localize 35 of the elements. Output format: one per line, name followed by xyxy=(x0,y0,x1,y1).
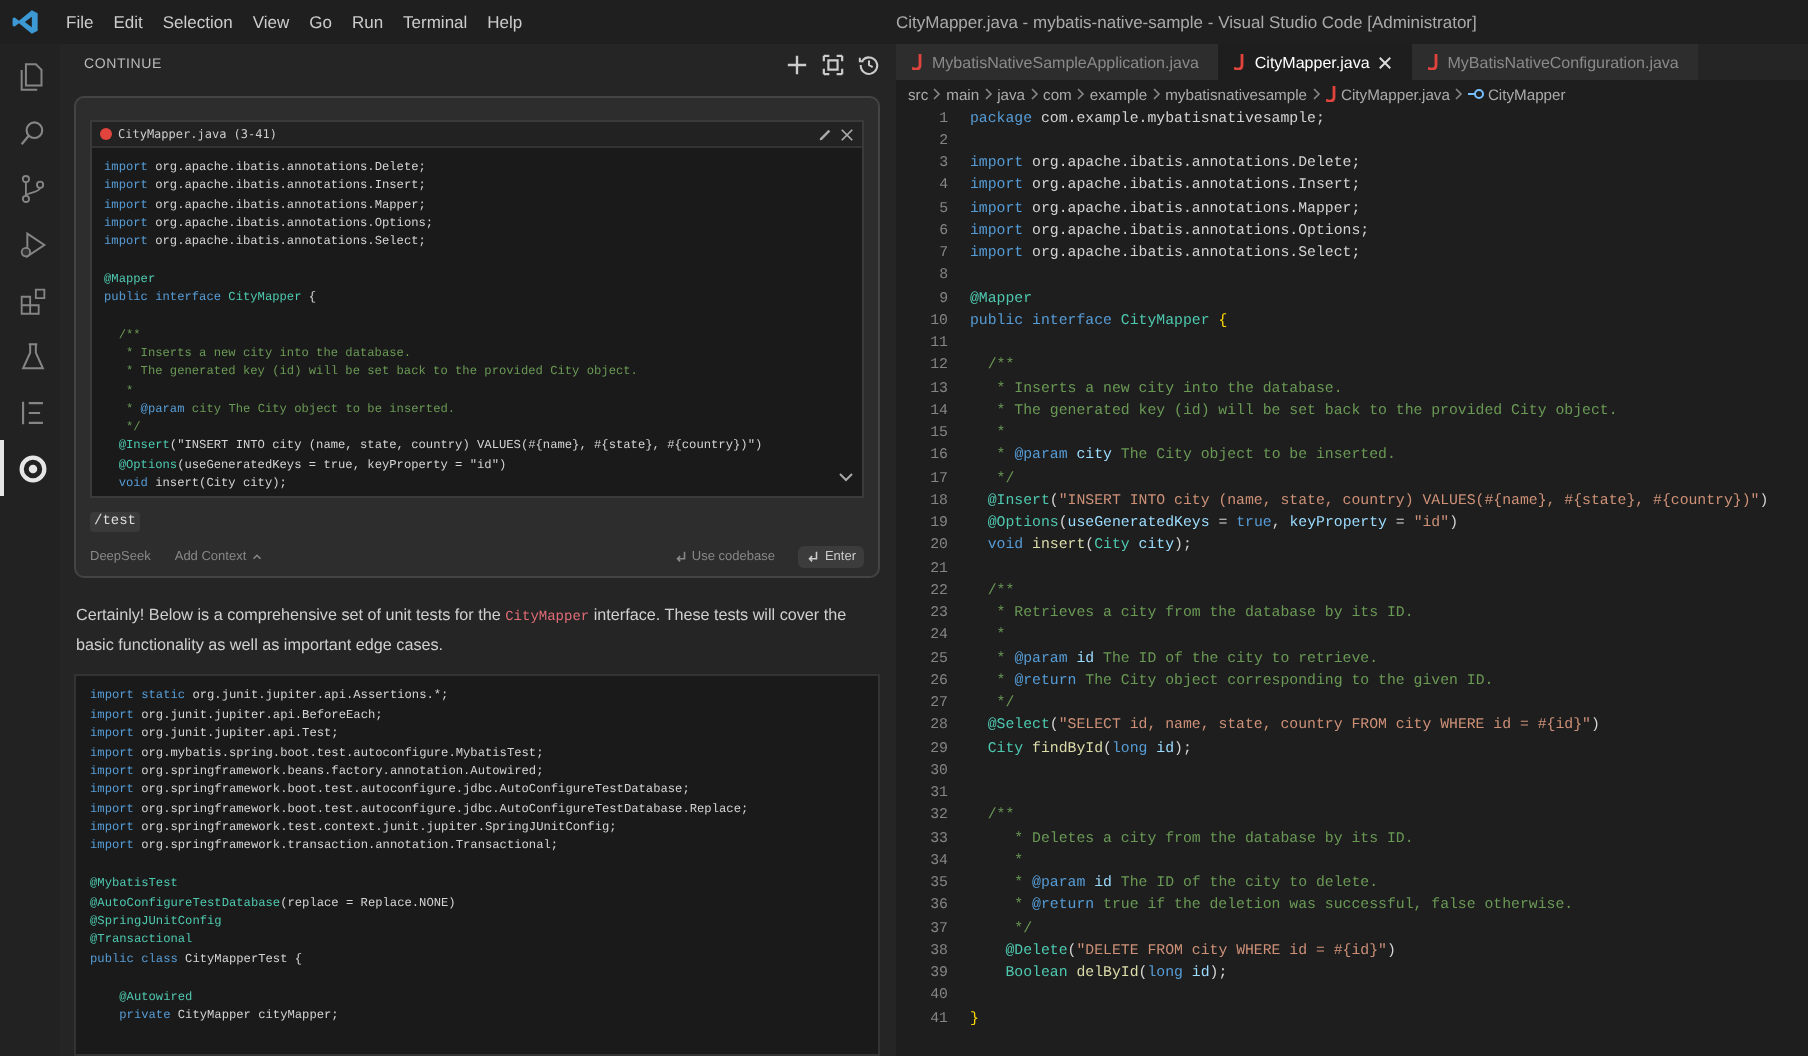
chevron-right-icon xyxy=(1029,88,1040,100)
menu-item[interactable]: Help xyxy=(477,12,533,32)
close-icon[interactable] xyxy=(840,127,854,141)
return-icon xyxy=(673,550,688,565)
chevron-right-icon xyxy=(983,88,994,100)
menu-item[interactable]: Go xyxy=(299,12,342,32)
menu-item[interactable]: File xyxy=(56,12,104,32)
fullscreen-icon[interactable] xyxy=(822,53,844,75)
plus-icon[interactable] xyxy=(786,53,808,75)
history-icon[interactable] xyxy=(858,53,880,75)
editor-tab[interactable]: CityMapper.java xyxy=(1218,44,1412,80)
chevron-right-icon xyxy=(1453,88,1464,100)
interface-icon xyxy=(1467,86,1484,102)
caret-icon xyxy=(250,550,265,565)
menu-item[interactable]: Edit xyxy=(103,12,153,32)
menu-item[interactable]: View xyxy=(242,12,300,32)
app-logo-icon xyxy=(12,8,40,36)
file-badge-icon xyxy=(100,128,112,140)
menu-item[interactable]: Selection xyxy=(152,12,243,32)
return-icon xyxy=(806,550,821,565)
chevron-right-icon xyxy=(1075,88,1086,100)
java-file-icon xyxy=(1427,54,1440,70)
chevron-right-icon xyxy=(932,88,943,100)
window-title: CityMapper.java - mybatis-native-sample - Visual Studio Code [Administrator] xyxy=(896,12,1479,32)
pencil-icon[interactable] xyxy=(818,127,832,141)
chevron-right-icon xyxy=(1151,88,1162,100)
menu-item[interactable]: Run xyxy=(341,12,394,32)
editor-tab[interactable]: MyBatisNativeConfiguration.java xyxy=(1411,44,1699,80)
chevron-right-icon xyxy=(1311,88,1321,100)
java-file-icon xyxy=(912,54,924,70)
java-file-icon xyxy=(1325,86,1337,102)
editor-tab[interactable]: MybatisNativeSampleApplication.java xyxy=(896,44,1219,80)
java-file-icon xyxy=(1234,54,1247,70)
menu-item[interactable]: Terminal xyxy=(393,12,478,32)
chevron-down-icon[interactable] xyxy=(838,468,854,485)
